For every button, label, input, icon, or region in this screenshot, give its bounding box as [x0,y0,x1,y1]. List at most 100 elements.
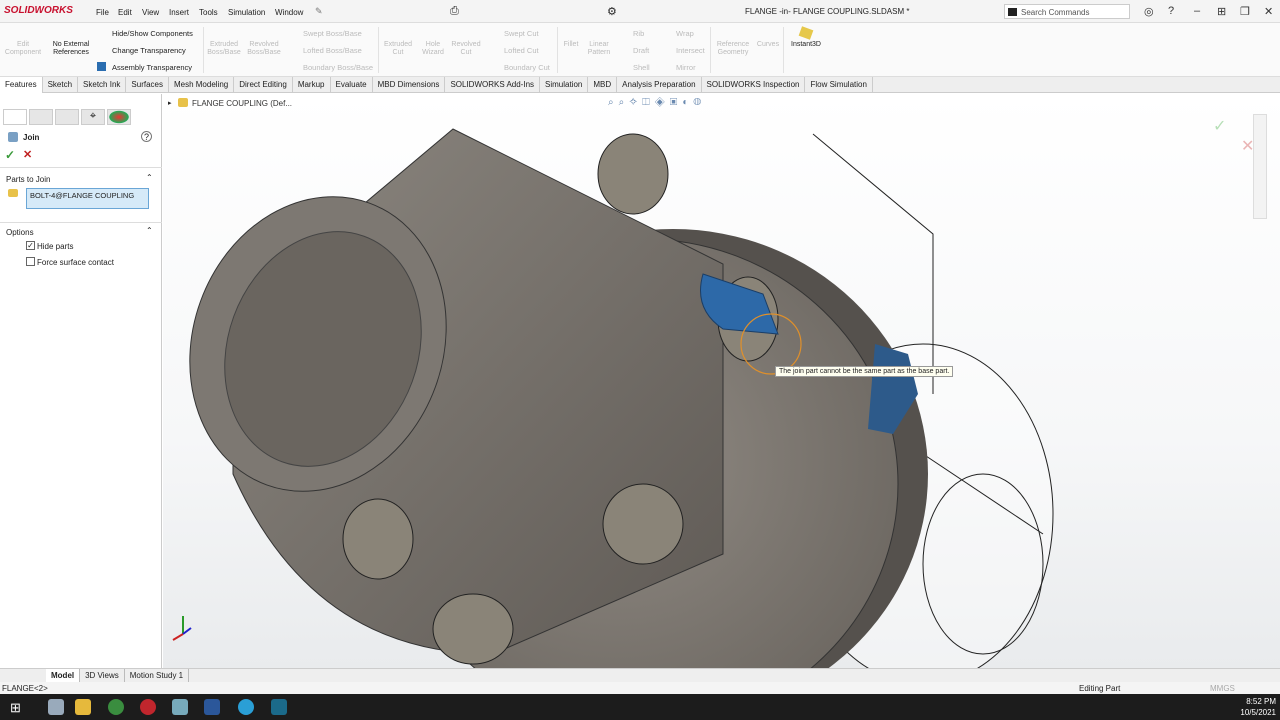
draft-button[interactable]: Draft [633,46,649,55]
menu-window[interactable]: Window [275,8,303,17]
tab-mesh-modeling[interactable]: Mesh Modeling [169,77,235,93]
menu-file[interactable]: File [96,8,109,17]
minimize-button[interactable]: – [1194,5,1200,17]
collapse-chevron-icon[interactable]: ⌃ [146,226,153,235]
menu-view[interactable]: View [142,8,159,17]
tab-mbd-dimensions[interactable]: MBD Dimensions [373,77,446,93]
graphics-viewport[interactable]: ▸ FLANGE COUPLING (Def... ⌕⌕✧◫◈▣◐◍ ✓ ✕ T… [163,94,1280,668]
force-surface-contact-checkbox[interactable] [26,257,35,266]
menu-insert[interactable]: Insert [169,8,189,17]
tab-solidworks-inspection[interactable]: SOLIDWORKS Inspection [702,77,806,93]
hole-wizard-button[interactable]: Hole Wizard [418,41,448,57]
file-explorer-icon[interactable] [75,699,91,715]
taskbar-app-icon[interactable] [48,699,64,715]
revolved-cut-button[interactable]: Revolved Cut [450,41,482,57]
hide-parts-checkbox[interactable]: ✓ [26,241,35,250]
tab-flow-simulation[interactable]: Flow Simulation [805,77,873,93]
hide-show-components-button[interactable]: Hide/Show Components [112,29,193,38]
solidworks-taskbar-icon[interactable] [140,699,156,715]
ok-checkmark-button[interactable]: ✓ [5,148,15,162]
boundary-boss-button[interactable]: Boundary Boss/Base [303,63,373,72]
tab-evaluate[interactable]: Evaluate [331,77,373,93]
swept-boss-button[interactable]: Swept Boss/Base [303,29,362,38]
tab-surfaces[interactable]: Surfaces [126,77,169,93]
lofted-boss-button[interactable]: Lofted Boss/Base [303,46,362,55]
word-icon[interactable] [204,699,220,715]
tab-sketch-ink[interactable]: Sketch Ink [78,77,127,93]
tab-markup[interactable]: Markup [293,77,331,93]
revolved-boss-button[interactable]: Revolved Boss/Base [246,41,282,57]
fillet-button[interactable]: Fillet [560,41,582,49]
menu-simulation[interactable]: Simulation [228,8,265,17]
tab-analysis-preparation[interactable]: Analysis Preparation [617,77,702,93]
windows-taskbar: ⊞ 8:52 PM 10/5/2021 [0,694,1280,720]
join-icon [8,132,18,142]
mirror-button[interactable]: Mirror [676,63,696,72]
taskbar-app-icon[interactable] [172,699,188,715]
configuration-manager-tab[interactable] [55,109,79,125]
edge-icon[interactable] [238,699,254,715]
options-header: Options [6,228,34,237]
tab-mbd[interactable]: MBD [588,77,618,93]
chrome-icon[interactable] [108,699,124,715]
tab-direct-editing[interactable]: Direct Editing [234,77,293,93]
units-selector[interactable]: MMGS [1210,684,1235,693]
account-icon[interactable]: ◎ [1144,5,1154,18]
parts-to-join-selection-box[interactable]: BOLT-4@FLANGE COUPLING [26,188,149,209]
no-external-references-button[interactable]: No External References [52,41,90,57]
part-icon [8,189,18,197]
curves-button[interactable]: Curves [755,41,781,49]
instant3d-button[interactable]: Instant3D [786,41,826,49]
tab-solidworks-addins[interactable]: SOLIDWORKS Add-Ins [445,77,541,93]
options-section: Options ⌃ ✓ Hide parts Force surface con… [0,222,162,272]
restore-button[interactable]: ❐ [1240,5,1250,18]
taskbar-app-icon[interactable] [271,699,287,715]
collapse-chevron-icon[interactable]: ⌃ [146,173,153,182]
cancel-x-button[interactable]: ✕ [23,148,32,161]
options-gear-icon[interactable]: ⚙ [607,5,617,18]
tab-features[interactable]: Features [0,77,43,93]
wrap-button[interactable]: Wrap [676,29,694,38]
clock-date: 10/5/2021 [1240,708,1276,717]
rib-button[interactable]: Rib [633,29,644,38]
help-icon[interactable]: ? [1168,5,1174,17]
windows-start-icon[interactable]: ⊞ [10,700,21,716]
close-button[interactable]: ✕ [1264,5,1273,18]
display-manager-tab[interactable] [107,109,131,125]
tooltip: The join part cannot be the same part as… [775,366,954,377]
assembly-transparency-button[interactable]: Assembly Transparency [112,63,192,72]
feature-tree-tab[interactable] [3,109,27,125]
menu-tools[interactable]: Tools [199,8,218,17]
tab-simulation[interactable]: Simulation [540,77,589,93]
swept-cut-button[interactable]: Swept Cut [504,29,539,38]
dimxpert-tab[interactable]: ⌖ [81,109,105,125]
bottom-tabs: Model 3D Views Motion Study 1 [0,668,1280,682]
tab-sketch[interactable]: Sketch [43,77,79,93]
print-icon[interactable]: ⎙ [450,5,459,18]
lofted-cut-button[interactable]: Lofted Cut [504,46,539,55]
triad-axes-icon [172,616,192,641]
tab-model[interactable]: Model [46,669,81,682]
tab-motion-study-1[interactable]: Motion Study 1 [125,669,190,682]
document-title: FLANGE -in- FLANGE COUPLING.SLDASM * [745,7,910,16]
property-manager-tab[interactable] [29,109,53,125]
reference-geometry-button[interactable]: Reference Geometry [713,41,753,57]
change-transparency-button[interactable]: Change Transparency [112,46,186,55]
linear-pattern-button[interactable]: Linear Pattern [585,41,613,57]
assembly-transparency-icon [97,62,106,71]
extruded-cut-button[interactable]: Extruded Cut [381,41,415,57]
intersect-button[interactable]: Intersect [676,46,705,55]
extruded-boss-button[interactable]: Extruded Boss/Base [206,41,242,57]
boundary-cut-button[interactable]: Boundary Cut [504,63,550,72]
flange-coupling-model [172,128,1054,668]
clock-time: 8:52 PM [1246,697,1276,706]
help-icon[interactable]: ? [141,131,152,142]
ribbon-separator [710,27,711,73]
shell-button[interactable]: Shell [633,63,650,72]
tab-3d-views[interactable]: 3D Views [80,669,125,682]
pin-icon[interactable]: ✎ [315,6,323,17]
edit-component-button[interactable]: Edit Component [4,41,42,57]
tile-button[interactable]: ⊞ [1217,5,1226,18]
search-commands-input[interactable]: Search Commands [1004,4,1130,19]
menu-edit[interactable]: Edit [118,8,132,17]
